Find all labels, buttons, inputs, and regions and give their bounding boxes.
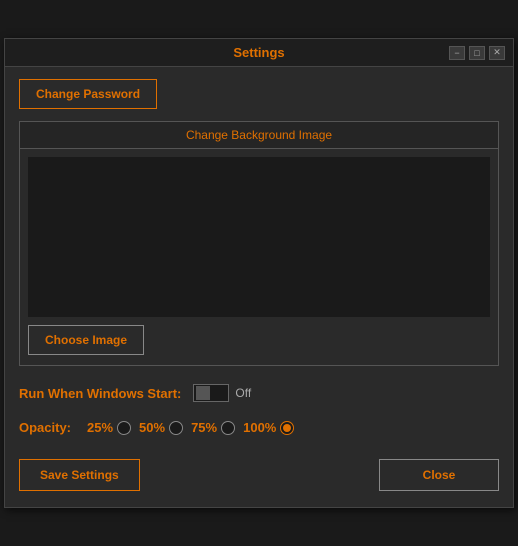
- title-bar: Settings − □ ✕: [5, 39, 513, 67]
- opacity-row: Opacity: 25% 50% 75% 100%: [19, 420, 499, 435]
- minimize-button[interactable]: −: [449, 46, 465, 60]
- bottom-buttons: Save Settings Close: [19, 455, 499, 495]
- opacity-25-text: 25%: [87, 420, 113, 435]
- run-on-startup-row: Run When Windows Start: Off: [19, 380, 499, 406]
- opacity-option-50[interactable]: 50%: [139, 420, 183, 435]
- opacity-100-radio[interactable]: [280, 421, 294, 435]
- window-controls: − □ ✕: [449, 46, 505, 60]
- window-title: Settings: [233, 45, 284, 60]
- close-window-button[interactable]: ✕: [489, 46, 505, 60]
- opacity-25-radio[interactable]: [117, 421, 131, 435]
- opacity-50-radio[interactable]: [169, 421, 183, 435]
- opacity-option-25[interactable]: 25%: [87, 420, 131, 435]
- opacity-option-75[interactable]: 75%: [191, 420, 235, 435]
- window-content: Change Password Change Background Image …: [5, 67, 513, 507]
- run-on-startup-label: Run When Windows Start:: [19, 386, 181, 401]
- toggle-thumb: [196, 386, 210, 400]
- bg-image-preview: [28, 157, 490, 317]
- opacity-label: Opacity:: [19, 420, 71, 435]
- bg-image-section: Change Background Image Choose Image: [19, 121, 499, 366]
- save-settings-button[interactable]: Save Settings: [19, 459, 140, 491]
- opacity-50-text: 50%: [139, 420, 165, 435]
- maximize-button[interactable]: □: [469, 46, 485, 60]
- toggle-state-label: Off: [235, 386, 251, 400]
- close-button[interactable]: Close: [379, 459, 499, 491]
- startup-toggle[interactable]: [193, 384, 229, 402]
- choose-image-button[interactable]: Choose Image: [28, 325, 144, 355]
- bg-image-label: Change Background Image: [20, 122, 498, 149]
- opacity-100-text: 100%: [243, 420, 276, 435]
- change-password-button[interactable]: Change Password: [19, 79, 157, 109]
- opacity-option-100[interactable]: 100%: [243, 420, 294, 435]
- opacity-75-text: 75%: [191, 420, 217, 435]
- opacity-75-radio[interactable]: [221, 421, 235, 435]
- toggle-container: Off: [193, 384, 251, 402]
- settings-window: Settings − □ ✕ Change Password Change Ba…: [4, 38, 514, 508]
